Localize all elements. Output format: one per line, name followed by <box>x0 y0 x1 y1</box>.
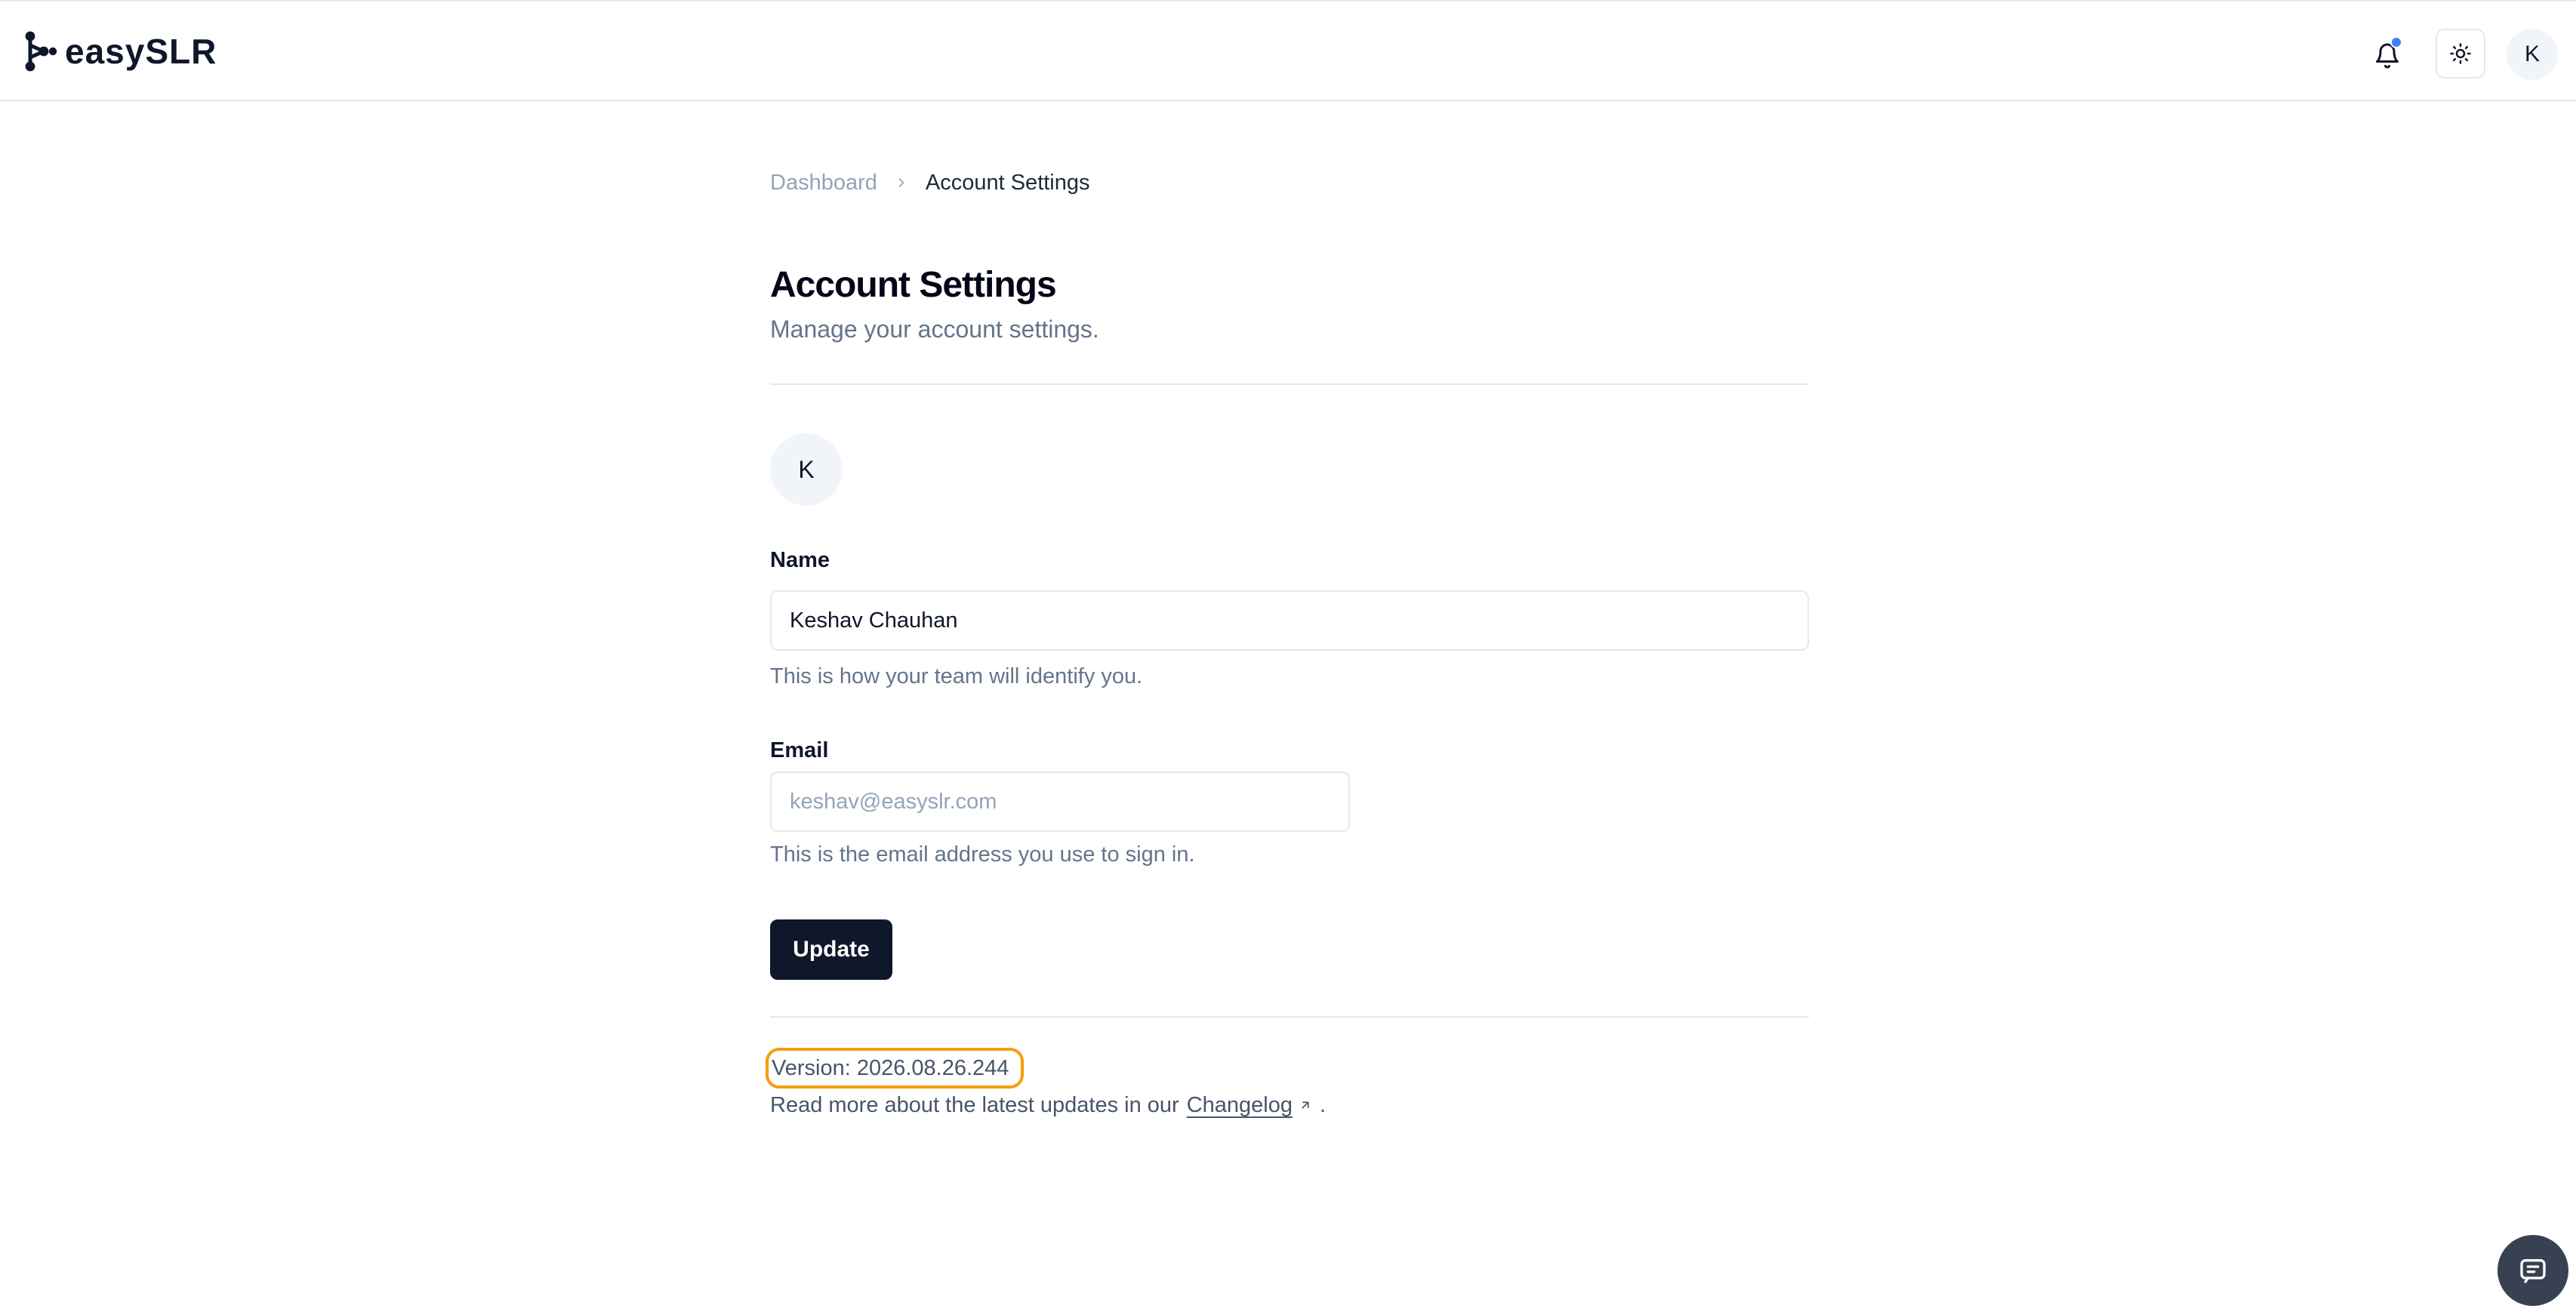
avatar-initial: K <box>2524 42 2540 66</box>
version-label: Version: 2026.08.26.244 <box>772 1055 1009 1080</box>
name-help-text: This is how your team will identify you. <box>770 664 1143 688</box>
profile-avatar-initial: K <box>798 455 815 483</box>
sun-icon <box>2450 43 2471 64</box>
profile-avatar[interactable]: K <box>770 433 843 506</box>
footer-divider <box>770 1016 1809 1018</box>
external-link-icon <box>1299 1098 1312 1112</box>
logo-mark-icon <box>25 31 57 72</box>
app-window: easySLR K Dashboard Account Settings Acc… <box>0 0 2576 1315</box>
section-divider <box>770 383 1809 385</box>
chat-icon <box>2520 1259 2546 1283</box>
page-subtitle: Manage your account settings. <box>770 316 1099 343</box>
changelog-suffix: . <box>1319 1093 1327 1117</box>
version-text: Version: 2026.08.26.244 <box>766 1048 1025 1089</box>
name-label: Name <box>770 548 830 572</box>
chat-widget-button[interactable] <box>2497 1235 2568 1306</box>
user-avatar-button[interactable]: K <box>2507 29 2558 80</box>
email-label: Email <box>770 738 829 762</box>
page-title: Account Settings <box>770 265 1057 305</box>
changelog-prefix: Read more about the latest updates in ou… <box>770 1093 1179 1117</box>
breadcrumb-dashboard[interactable]: Dashboard <box>770 171 877 196</box>
breadcrumb: Dashboard Account Settings <box>770 168 1090 198</box>
theme-toggle-button[interactable] <box>2436 29 2485 79</box>
logo-text: easySLR <box>65 32 217 71</box>
name-input[interactable] <box>770 590 1809 651</box>
email-help-text: This is the email address you use to sig… <box>770 842 1195 867</box>
notification-dot <box>2390 36 2402 48</box>
chevron-right-icon <box>894 175 909 190</box>
email-input[interactable] <box>770 771 1350 832</box>
top-header: easySLR K <box>0 2 2576 101</box>
changelog-line: Read more about the latest updates in ou… <box>770 1090 1326 1120</box>
update-button[interactable]: Update <box>770 919 892 980</box>
breadcrumb-current: Account Settings <box>925 170 1090 195</box>
changelog-link[interactable]: Changelog <box>1187 1090 1293 1120</box>
notifications-button[interactable] <box>2365 33 2410 79</box>
logo[interactable]: easySLR <box>24 30 217 72</box>
